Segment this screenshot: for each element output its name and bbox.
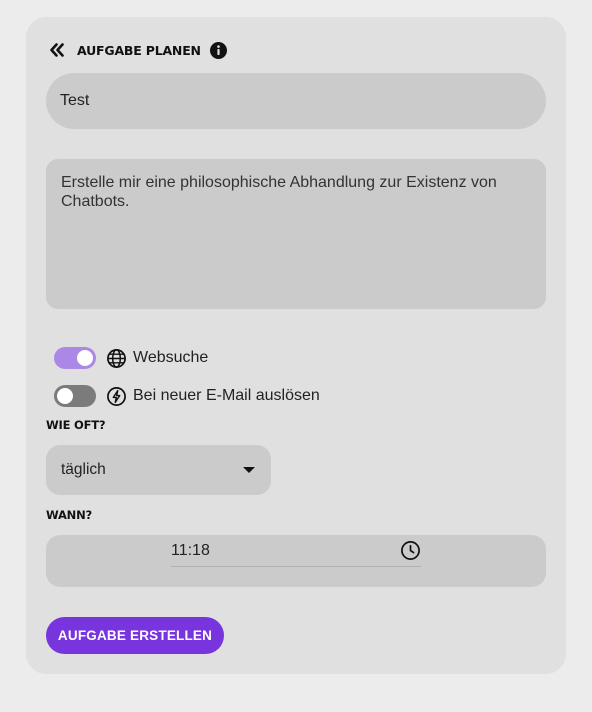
lightning-icon	[105, 385, 127, 407]
time-value: 11:18	[171, 542, 210, 559]
email-trigger-toggle[interactable]	[54, 385, 96, 407]
email-trigger-label: Bei neuer E-Mail auslösen	[133, 387, 320, 404]
globe-icon	[105, 347, 127, 369]
time-picker: 11:18	[46, 535, 546, 587]
toggle-knob	[57, 388, 73, 404]
page-title: AUFGABE PLANEN	[77, 42, 201, 58]
websearch-toggle[interactable]	[54, 347, 96, 369]
time-input[interactable]: 11:18	[171, 535, 421, 567]
websearch-row: Websuche	[54, 346, 208, 370]
caret-down-icon	[243, 467, 255, 473]
clock-icon[interactable]	[399, 539, 421, 561]
double-chevron-left-icon[interactable]	[48, 41, 66, 59]
create-task-button[interactable]: AUFGABE ERSTELLEN	[46, 617, 224, 654]
websearch-label: Websuche	[133, 349, 209, 366]
task-prompt-textarea[interactable]: Erstelle mir eine philosophische Abhandl…	[46, 159, 546, 309]
email-trigger-row: Bei neuer E-Mail auslösen	[54, 384, 320, 408]
frequency-value: täglich	[61, 461, 106, 478]
frequency-select[interactable]: täglich	[46, 445, 271, 495]
info-icon[interactable]	[209, 41, 227, 59]
toggle-knob	[77, 350, 93, 366]
frequency-label: WIE OFT?	[46, 418, 106, 432]
time-label: WANN?	[46, 508, 92, 522]
task-card: AUFGABE PLANEN Erstelle mir eine philoso…	[26, 17, 566, 674]
task-title-input[interactable]	[46, 73, 546, 129]
card-header: AUFGABE PLANEN	[48, 39, 227, 61]
